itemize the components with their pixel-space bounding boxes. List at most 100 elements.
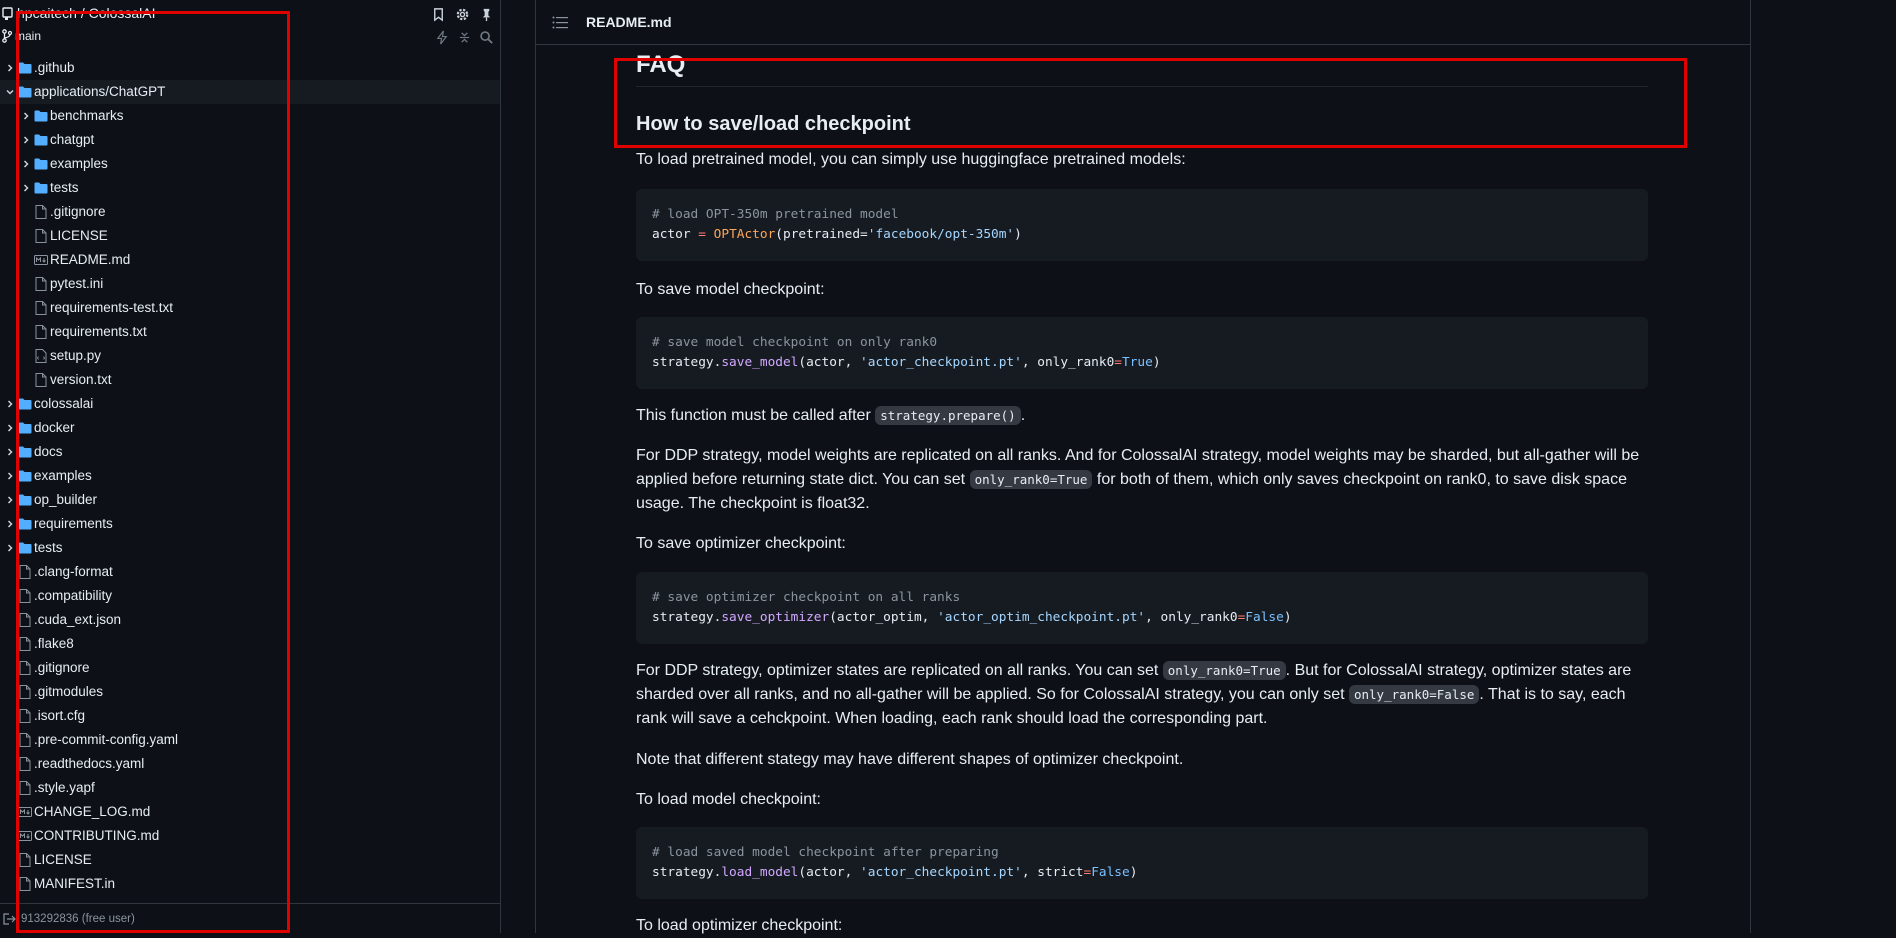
tree-file[interactable]: .gitignore	[0, 200, 500, 224]
tree-file[interactable]: MANIFEST.in	[0, 872, 500, 896]
code-text: (actor,	[798, 355, 861, 370]
file-icon	[18, 728, 32, 752]
tree-file[interactable]: LICENSE	[0, 224, 500, 248]
tree-file[interactable]: .gitignore	[0, 656, 500, 680]
file-icon	[18, 776, 32, 800]
tree-item-label: applications/ChatGPT	[34, 84, 166, 99]
tree-file[interactable]: .cuda_ext.json	[0, 608, 500, 632]
tree-item-label: .compatibility	[34, 588, 113, 603]
code-text: , only_rank0	[1021, 355, 1115, 370]
tree-folder[interactable]: tests	[0, 176, 500, 200]
chevron-right-icon[interactable]	[4, 416, 16, 440]
file-icon	[34, 272, 48, 296]
code-comment: # save optimizer checkpoint on all ranks	[652, 590, 961, 605]
tree-file[interactable]: setup.py	[0, 344, 500, 368]
tree-folder[interactable]: docs	[0, 440, 500, 464]
branch-selector[interactable]: main	[2, 29, 41, 43]
tree-item-label: requirements.txt	[50, 324, 147, 339]
folder-icon	[18, 488, 32, 512]
bookmark-icon[interactable]	[430, 6, 446, 22]
logout-icon[interactable]	[3, 912, 17, 925]
code-comment: # save model checkpoint on only rank0	[652, 335, 938, 350]
tree-file[interactable]: .readthedocs.yaml	[0, 752, 500, 776]
section-heading: How to save/load checkpoint	[636, 113, 911, 135]
chevron-right-icon[interactable]	[20, 152, 32, 176]
tree-file[interactable]: .pre-commit-config.yaml	[0, 728, 500, 752]
chevron-right-icon[interactable]	[4, 392, 16, 416]
tree-item-label: benchmarks	[50, 108, 124, 123]
code-block[interactable]: # load OPT-350m pretrained model actor =…	[636, 189, 1648, 261]
tree-folder[interactable]: .github	[0, 56, 500, 80]
folder-icon	[34, 152, 48, 176]
chevron-right-icon[interactable]	[20, 128, 32, 152]
file-icon	[18, 584, 32, 608]
tree-file[interactable]: .flake8	[0, 632, 500, 656]
list-icon[interactable]	[552, 14, 570, 30]
tree-file[interactable]: .clang-format	[0, 560, 500, 584]
tree-folder[interactable]: colossalai	[0, 392, 500, 416]
chevron-right-icon[interactable]	[4, 440, 16, 464]
chevron-right-icon[interactable]	[4, 536, 16, 560]
tree-file[interactable]: requirements.txt	[0, 320, 500, 344]
pin-icon[interactable]	[478, 6, 494, 22]
file-header: README.md	[536, 0, 1750, 45]
markdown-icon	[18, 800, 32, 824]
chevron-right-icon[interactable]	[4, 56, 16, 80]
paragraph: For DDP strategy, optimizer states are r…	[636, 659, 1648, 731]
search-icon[interactable]	[478, 29, 494, 45]
repo-title[interactable]: hpcaitech / ColossalAI	[2, 5, 156, 21]
tree-item-label: requirements	[34, 516, 113, 531]
tree-folder[interactable]: benchmarks	[0, 104, 500, 128]
folder-icon	[18, 56, 32, 80]
tree-folder[interactable]: examples	[0, 152, 500, 176]
tree-item-label: .gitignore	[34, 660, 90, 675]
tree-folder[interactable]: requirements	[0, 512, 500, 536]
tree-file[interactable]: version.txt	[0, 368, 500, 392]
tree-file[interactable]: .compatibility	[0, 584, 500, 608]
tree-file[interactable]: .gitmodules	[0, 680, 500, 704]
file-icon	[34, 224, 48, 248]
tree-file[interactable]: CHANGE_LOG.md	[0, 800, 500, 824]
user-status: 913292836 (free user)	[21, 912, 135, 925]
chevron-right-icon[interactable]	[20, 176, 32, 200]
tree-file[interactable]: requirements-test.txt	[0, 296, 500, 320]
tree-file[interactable]: pytest.ini	[0, 272, 500, 296]
tree-item-label: .clang-format	[34, 564, 113, 579]
tree-folder[interactable]: docker	[0, 416, 500, 440]
tree-file[interactable]: CONTRIBUTING.md	[0, 824, 500, 848]
code-block[interactable]: # save model checkpoint on only rank0 st…	[636, 317, 1648, 389]
file-icon	[18, 872, 32, 896]
tree-file[interactable]: README.md	[0, 248, 500, 272]
chevron-down-icon[interactable]	[4, 80, 16, 104]
tree-folder[interactable]: tests	[0, 536, 500, 560]
inline-code: only_rank0=False	[1348, 685, 1480, 704]
file-icon	[18, 632, 32, 656]
gear-icon[interactable]	[454, 6, 470, 22]
code-block[interactable]: # load saved model checkpoint after prep…	[636, 827, 1648, 899]
tree-item-label: examples	[50, 156, 108, 171]
tree-item-label: .cuda_ext.json	[34, 612, 122, 627]
folder-icon	[18, 536, 32, 560]
folder-icon	[34, 176, 48, 200]
collapse-icon[interactable]	[456, 29, 472, 45]
tree-folder[interactable]: applications/ChatGPT	[0, 80, 500, 104]
chevron-right-icon[interactable]	[4, 488, 16, 512]
code-block[interactable]: # save optimizer checkpoint on all ranks…	[636, 572, 1648, 644]
tree-folder[interactable]: examples	[0, 464, 500, 488]
tree-folder[interactable]: op_builder	[0, 488, 500, 512]
tree-item-label: MANIFEST.in	[34, 876, 116, 891]
tree-item-label: docs	[34, 444, 63, 459]
readme-panel: README.md FAQ How to save/load checkpoin…	[535, 0, 1751, 934]
tree-file[interactable]: .style.yapf	[0, 776, 500, 800]
tree-folder[interactable]: chatgpt	[0, 128, 500, 152]
lightning-icon[interactable]	[434, 29, 450, 45]
tree-file[interactable]: .isort.cfg	[0, 704, 500, 728]
chevron-right-icon[interactable]	[4, 512, 16, 536]
code-text: (pretrained=	[775, 227, 868, 242]
tree-item-label: op_builder	[34, 492, 98, 507]
code-operator: =	[690, 227, 714, 242]
tree-file[interactable]: LICENSE	[0, 848, 500, 872]
tree-item-label: setup.py	[50, 348, 102, 363]
chevron-right-icon[interactable]	[4, 464, 16, 488]
chevron-right-icon[interactable]	[20, 104, 32, 128]
